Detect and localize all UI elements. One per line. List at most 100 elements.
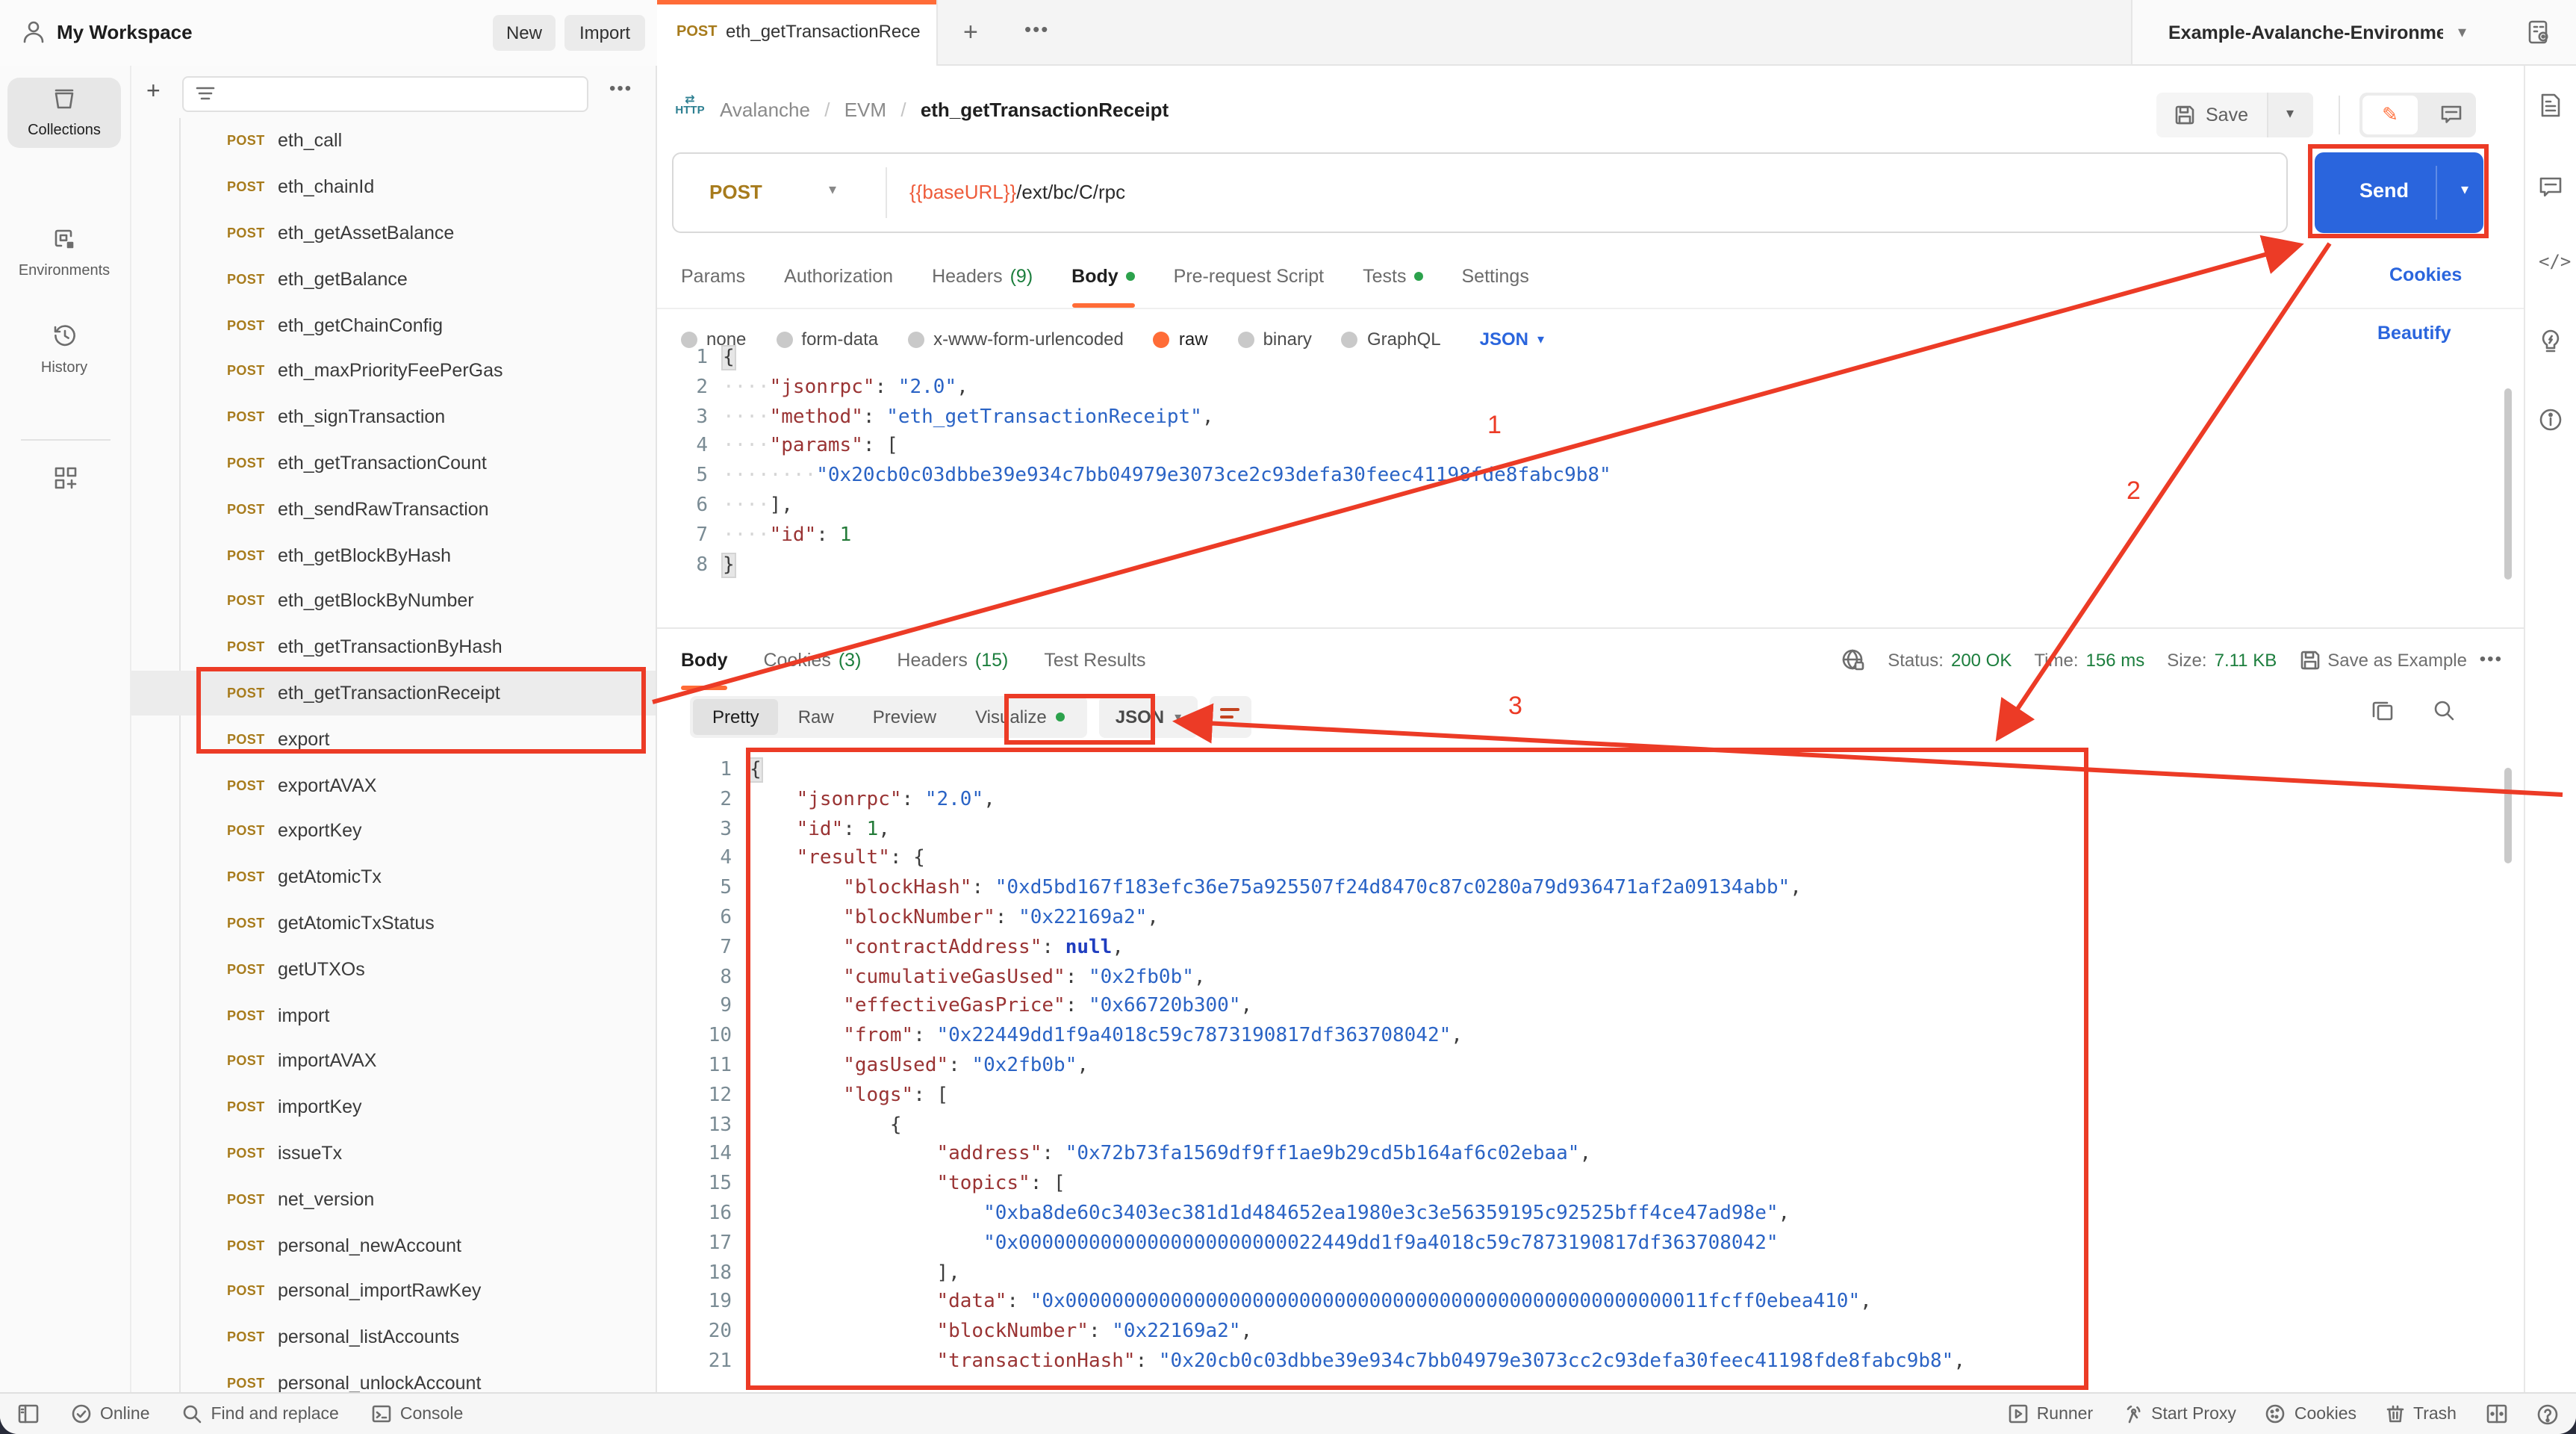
environment-selector[interactable]: Example-Avalanche-Environme xyxy=(2168,22,2443,43)
request-editor-scrollbar[interactable] xyxy=(2504,388,2512,580)
tab-body[interactable]: Body xyxy=(681,630,729,690)
sidebar-item-eth_getTransactionByHash[interactable]: POST eth_getTransactionByHash xyxy=(131,624,656,671)
comments-icon[interactable] xyxy=(2539,175,2563,199)
tab-tests[interactable]: Tests xyxy=(1363,245,1423,308)
sidebar-item-getUTXOs[interactable]: POST getUTXOs xyxy=(131,946,656,993)
import-button[interactable]: Import xyxy=(564,15,645,51)
sidebar-item-eth_chainId[interactable]: POST eth_chainId xyxy=(131,164,656,211)
chevron-down-icon[interactable]: ▾ xyxy=(2458,22,2466,42)
save-options-button[interactable]: ▾ xyxy=(2266,93,2312,137)
sidebar-item-eth_getChainConfig[interactable]: POST eth_getChainConfig xyxy=(131,302,656,348)
lightbulb-icon[interactable] xyxy=(2539,329,2563,354)
new-tab-button[interactable]: + xyxy=(963,18,978,48)
response-format-select[interactable]: JSON ▾ xyxy=(1098,696,1198,738)
rail-item-environments[interactable]: Environments xyxy=(7,227,121,279)
view-tab-raw[interactable]: Raw xyxy=(779,699,853,735)
sidebar-item-eth_sendRawTransaction[interactable]: POST eth_sendRawTransaction xyxy=(131,486,656,533)
view-tab-pretty[interactable]: Pretty xyxy=(693,699,779,735)
response-body-editor[interactable]: 1{2 "jsonrpc": "2.0", 3 "id": 1, 4 "result… xyxy=(657,756,2509,1386)
help-icon[interactable] xyxy=(2537,1403,2558,1424)
breadcrumb-folder[interactable]: EVM xyxy=(844,99,886,121)
new-button[interactable]: New xyxy=(493,15,556,51)
tab-test-results[interactable]: Test Results xyxy=(1044,630,1145,690)
runner-button[interactable]: Runner xyxy=(2009,1404,2093,1424)
sidebar-item-personal_listAccounts[interactable]: POST personal_listAccounts xyxy=(131,1314,656,1360)
status-badge[interactable]: Status: 200 OK xyxy=(1888,650,2012,671)
response-editor-scrollbar[interactable] xyxy=(2504,768,2512,863)
sidebar-item-net_version[interactable]: POST net_version xyxy=(131,1176,656,1223)
chevron-down-icon[interactable]: ▾ xyxy=(829,182,836,199)
sidebar-item-importKey[interactable]: POST importKey xyxy=(131,1084,656,1130)
sidebar-item-eth_getTransactionCount[interactable]: POST eth_getTransactionCount xyxy=(131,440,656,486)
edit-docs-button[interactable]: ✎ xyxy=(2362,96,2418,134)
sidebar-item-eth_getBalance[interactable]: POST eth_getBalance xyxy=(131,256,656,302)
sidebar-item-export[interactable]: POST export xyxy=(131,716,656,763)
search-icon[interactable] xyxy=(2433,699,2455,721)
breadcrumb-collection[interactable]: Avalanche xyxy=(720,99,810,121)
rail-item-history[interactable]: History xyxy=(7,323,121,376)
sidebar-item-exportAVAX[interactable]: POST exportAVAX xyxy=(131,762,656,808)
time-badge[interactable]: Time: 156 ms xyxy=(2034,650,2144,671)
sidebar-item-personal_unlockAccount[interactable]: POST personal_unlockAccount xyxy=(131,1360,656,1392)
send-button[interactable]: Send ▾ xyxy=(2315,152,2483,233)
tab-authorization[interactable]: Authorization xyxy=(784,245,893,308)
wrap-lines-icon[interactable] xyxy=(1210,696,1252,738)
sidebar-item-eth_getBlockByNumber[interactable]: POST eth_getBlockByNumber xyxy=(131,578,656,624)
sidebar-item-personal_newAccount[interactable]: POST personal_newAccount xyxy=(131,1222,656,1268)
tab-cookies[interactable]: Cookies (3) xyxy=(764,630,862,690)
method-select[interactable]: POST xyxy=(709,181,762,203)
add-collection-button[interactable]: + xyxy=(146,79,161,106)
size-badge[interactable]: Size: 7.11 KB xyxy=(2167,650,2277,671)
find-and-replace-button[interactable]: Find and replace xyxy=(183,1404,339,1424)
trash-button[interactable]: Trash xyxy=(2386,1404,2457,1424)
filter-input[interactable] xyxy=(182,76,588,112)
sidebar-item-eth_getAssetBalance[interactable]: POST eth_getAssetBalance xyxy=(131,210,656,256)
request-title[interactable]: eth_getTransactionReceipt xyxy=(921,99,1169,121)
view-tab-visualize[interactable]: Visualize xyxy=(956,699,1084,735)
rail-item-collections[interactable]: Collections xyxy=(7,78,121,148)
save-as-example-button[interactable]: Save as Example xyxy=(2299,650,2467,671)
sidebar-item-eth_maxPriorityFeePerGas[interactable]: POST eth_maxPriorityFeePerGas xyxy=(131,348,656,394)
sidebar-item-issueTx[interactable]: POST issueTx xyxy=(131,1130,656,1176)
sidebar-item-eth_signTransaction[interactable]: POST eth_signTransaction xyxy=(131,394,656,441)
response-options-button[interactable]: ••• xyxy=(2480,648,2503,669)
url-input[interactable]: {{baseURL}}/ext/bc/C/rpc xyxy=(909,181,1125,203)
toggle-sidebar-icon[interactable] xyxy=(18,1404,39,1424)
tab-pre-request-script[interactable]: Pre-request Script xyxy=(1174,245,1324,308)
sidebar-options-button[interactable]: ••• xyxy=(609,78,632,99)
start-proxy-button[interactable]: Start Proxy xyxy=(2123,1404,2236,1424)
save-button[interactable]: Save xyxy=(2156,93,2266,137)
active-request-tab[interactable]: POST eth_getTransactionRece xyxy=(657,0,938,66)
configure-sidebar-icon[interactable] xyxy=(54,466,78,490)
sidebar-item-personal_importRawKey[interactable]: POST personal_importRawKey xyxy=(131,1268,656,1314)
console-button[interactable]: Console xyxy=(372,1404,463,1424)
sidebar-item-eth_call[interactable]: POST eth_call xyxy=(131,118,656,164)
sidebar-item-eth_getBlockByHash[interactable]: POST eth_getBlockByHash xyxy=(131,532,656,578)
beautify-link[interactable]: Beautify xyxy=(2377,323,2451,344)
cookies-link[interactable]: Cookies xyxy=(2389,264,2462,285)
sidebar-item-exportKey[interactable]: POST exportKey xyxy=(131,808,656,854)
tab-headers[interactable]: Headers (15) xyxy=(897,630,1008,690)
split-panel-icon[interactable] xyxy=(2486,1404,2507,1424)
sidebar-item-importAVAX[interactable]: POST importAVAX xyxy=(131,1038,656,1084)
sidebar-item-getAtomicTx[interactable]: POST getAtomicTx xyxy=(131,854,656,901)
tab-headers[interactable]: Headers (9) xyxy=(932,245,1033,308)
tab-options-button[interactable]: ••• xyxy=(1024,18,1049,40)
online-status[interactable]: Online xyxy=(72,1404,150,1424)
view-tab-preview[interactable]: Preview xyxy=(853,699,956,735)
sidebar-item-eth_getTransactionReceipt[interactable]: POST eth_getTransactionReceipt xyxy=(131,670,656,716)
copy-icon[interactable] xyxy=(2371,699,2394,721)
info-icon[interactable] xyxy=(2539,408,2563,432)
sidebar-item-getAtomicTxStatus[interactable]: POST getAtomicTxStatus xyxy=(131,900,656,946)
code-snippet-icon[interactable]: </> xyxy=(2539,251,2571,272)
cookies-button[interactable]: Cookies xyxy=(2266,1404,2356,1424)
sidebar-item-import[interactable]: POST import xyxy=(131,992,656,1038)
environment-quick-look-icon[interactable] xyxy=(2527,19,2552,45)
comment-icon[interactable] xyxy=(2440,103,2463,125)
request-body-editor[interactable]: 1{2 ····"jsonrpc": "2.0", 3 ····"method": "… xyxy=(657,344,2509,627)
tab-params[interactable]: Params xyxy=(681,245,745,308)
send-options-chevron-icon[interactable]: ▾ xyxy=(2461,182,2468,199)
tab-body[interactable]: Body xyxy=(1071,245,1136,308)
documentation-icon[interactable] xyxy=(2539,93,2563,118)
tab-settings[interactable]: Settings xyxy=(1462,245,1529,308)
